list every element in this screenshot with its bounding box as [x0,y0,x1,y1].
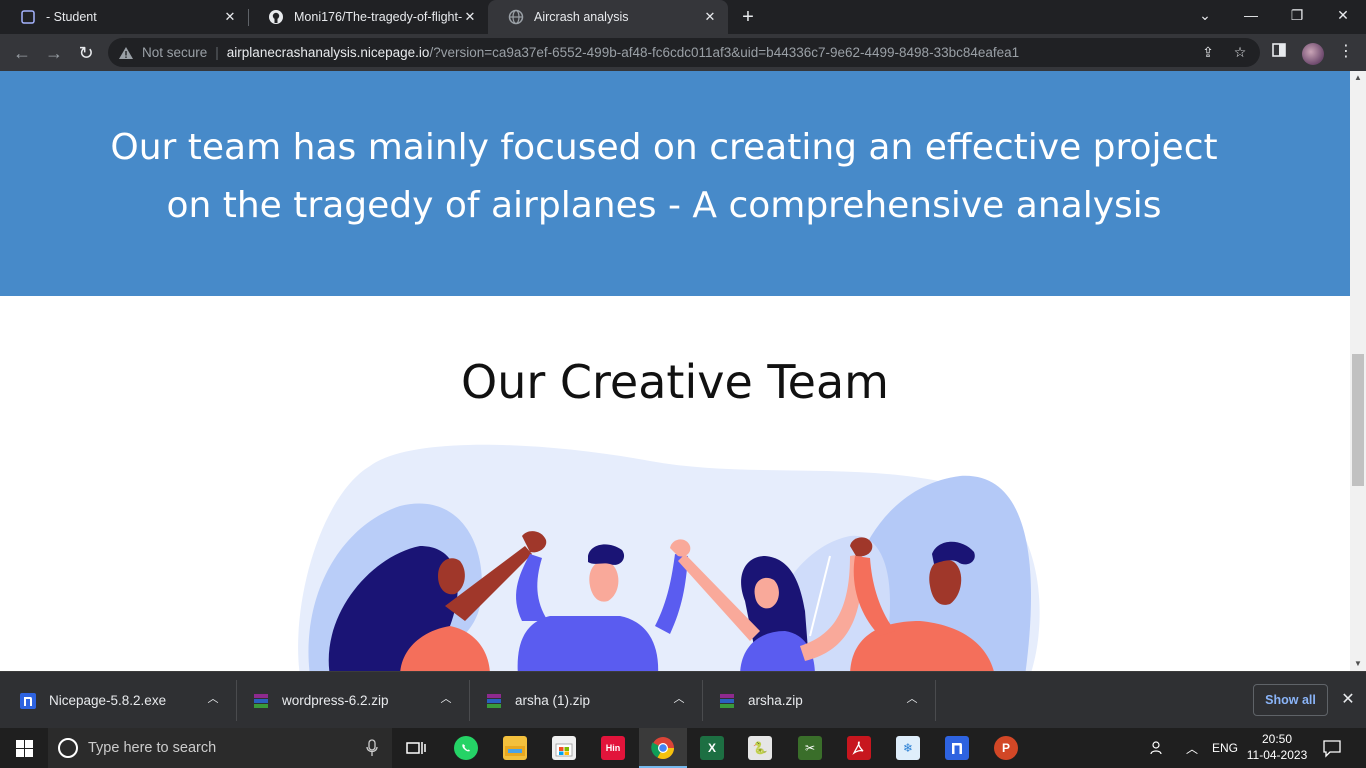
download-item[interactable]: Nicepage-5.8.2.exe [0,672,236,729]
reload-button[interactable]: ↻ [73,40,99,66]
downloads-bar: Nicepage-5.8.2.exe ︿ wordpress-6.2.zip ︿… [0,671,1366,728]
download-separator [935,680,936,721]
browser-toolbar: ← → ↻ Not secure | airplanecrashanalysis… [0,34,1366,71]
tab-title: Aircrash analysis [534,10,629,24]
url-path: /?version=ca9a37ef-6552-499b-af48-fc6cdc… [429,45,1020,60]
scroll-up-arrow-icon[interactable]: ▲ [1350,71,1366,85]
download-item[interactable]: wordpress-6.2.zip [233,672,469,729]
chevron-up-icon[interactable]: ︿ [672,692,686,706]
taskbar-search-box[interactable]: Type here to search [48,728,392,768]
nicepage-icon [20,692,36,709]
tab-github[interactable]: Moni176/The-tragedy-of-flight- ✕ [248,0,488,34]
share-icon[interactable]: ⇪ [1199,43,1217,61]
restore-button[interactable]: ❐ [1274,0,1320,30]
show-all-button[interactable]: Show all [1253,684,1328,716]
address-divider: | [215,45,219,60]
task-view-icon[interactable] [404,736,428,760]
close-icon[interactable]: ✕ [462,9,478,25]
download-item[interactable]: arsha.zip [699,672,935,729]
person3-face [754,577,779,609]
side-panel-icon[interactable] [1270,43,1288,61]
team-celebration-illustration [298,444,1040,671]
page-viewport: Our team has mainly focused on creating … [0,71,1350,671]
download-item[interactable]: arsha (1).zip [466,672,702,729]
warning-triangle-icon[interactable] [118,45,134,61]
new-tab-button[interactable]: + [737,6,759,28]
excel-icon[interactable]: X [700,736,724,760]
address-bar[interactable]: Not secure | airplanecrashanalysis.nicep… [108,38,1260,67]
scroll-down-arrow-icon[interactable]: ▼ [1350,657,1366,671]
clock[interactable]: 20:50 11-04-2023 [1234,731,1320,763]
snipping-tool-icon[interactable]: ✂ [798,736,822,760]
forward-button[interactable]: → [41,40,67,66]
winrar-icon [719,693,735,709]
tab-search-chevron-icon[interactable]: ⌄ [1182,0,1228,30]
globe-icon [508,9,524,25]
close-icon[interactable]: ✕ [1338,690,1358,710]
close-icon[interactable]: ✕ [702,9,718,25]
microsoft-store-icon[interactable] [552,736,576,760]
chevron-up-icon[interactable]: ︿ [905,692,919,706]
hero-text: Our team has mainly focused on creating … [110,127,1218,226]
tab-title: - Student [46,10,97,24]
tab-student[interactable]: - Student ✕ [0,0,248,34]
profile-avatar[interactable] [1302,43,1324,65]
chrome-icon[interactable] [651,736,675,760]
bookmark-star-icon[interactable]: ☆ [1231,43,1249,61]
chevron-up-icon[interactable]: ︿ [1186,728,1202,768]
clock-time: 20:50 [1261,732,1293,746]
back-button[interactable]: ← [9,40,35,66]
tab-aircrash-analysis[interactable]: Aircrash analysis ✕ [488,0,728,34]
hin-icon[interactable]: Hin [601,736,625,760]
page-scrollbar[interactable]: ▲ ▼ [1350,71,1366,671]
download-filename: Nicepage-5.8.2.exe [49,693,167,708]
nicepage-icon[interactable] [945,736,969,760]
search-icon [58,738,78,758]
download-filename: wordpress-6.2.zip [282,693,389,708]
download-filename: arsha.zip [748,693,803,708]
file-explorer-icon[interactable] [503,736,527,760]
url-host: airplanecrashanalysis.nicepage.io [226,45,430,60]
hero-banner: Our team has mainly focused on creating … [0,71,1350,296]
powerpoint-icon[interactable]: P [994,736,1018,760]
person2-shirt [517,616,659,671]
scrollbar-thumb[interactable] [1352,354,1364,486]
team-heading: Our Creative Team [461,355,889,409]
close-window-button[interactable]: ✕ [1320,0,1366,30]
chevron-up-icon[interactable]: ︿ [206,692,220,706]
windows-start-icon[interactable] [0,728,48,768]
tab-strip: - Student ✕ Moni176/The-tragedy-of-fligh… [0,0,1366,34]
close-icon[interactable]: ✕ [222,9,238,25]
github-icon [268,9,284,25]
more-menu-icon[interactable]: ⋮ [1338,42,1354,62]
search-placeholder: Type here to search [88,740,217,756]
teams-icon [20,9,36,25]
chevron-up-icon[interactable]: ︿ [439,692,453,706]
minimize-button[interactable]: — [1228,0,1274,30]
windows-taskbar: Type here to search Hin X 🐍 ✂ ❄ P ︿ ENG … [0,728,1366,768]
snowflake-app-icon[interactable]: ❄ [896,736,920,760]
microphone-icon[interactable] [366,739,378,757]
winrar-icon [486,693,502,709]
people-icon[interactable] [1150,728,1168,768]
notification-icon[interactable] [1322,738,1342,758]
python-idle-icon[interactable]: 🐍 [748,736,772,760]
whatsapp-icon[interactable] [454,736,478,760]
acrobat-icon[interactable] [847,736,871,760]
clock-date: 11-04-2023 [1246,748,1308,762]
winrar-icon [253,693,269,709]
tab-title: Moni176/The-tragedy-of-flight- [294,10,463,24]
security-label[interactable]: Not secure [142,45,207,60]
download-filename: arsha (1).zip [515,693,591,708]
